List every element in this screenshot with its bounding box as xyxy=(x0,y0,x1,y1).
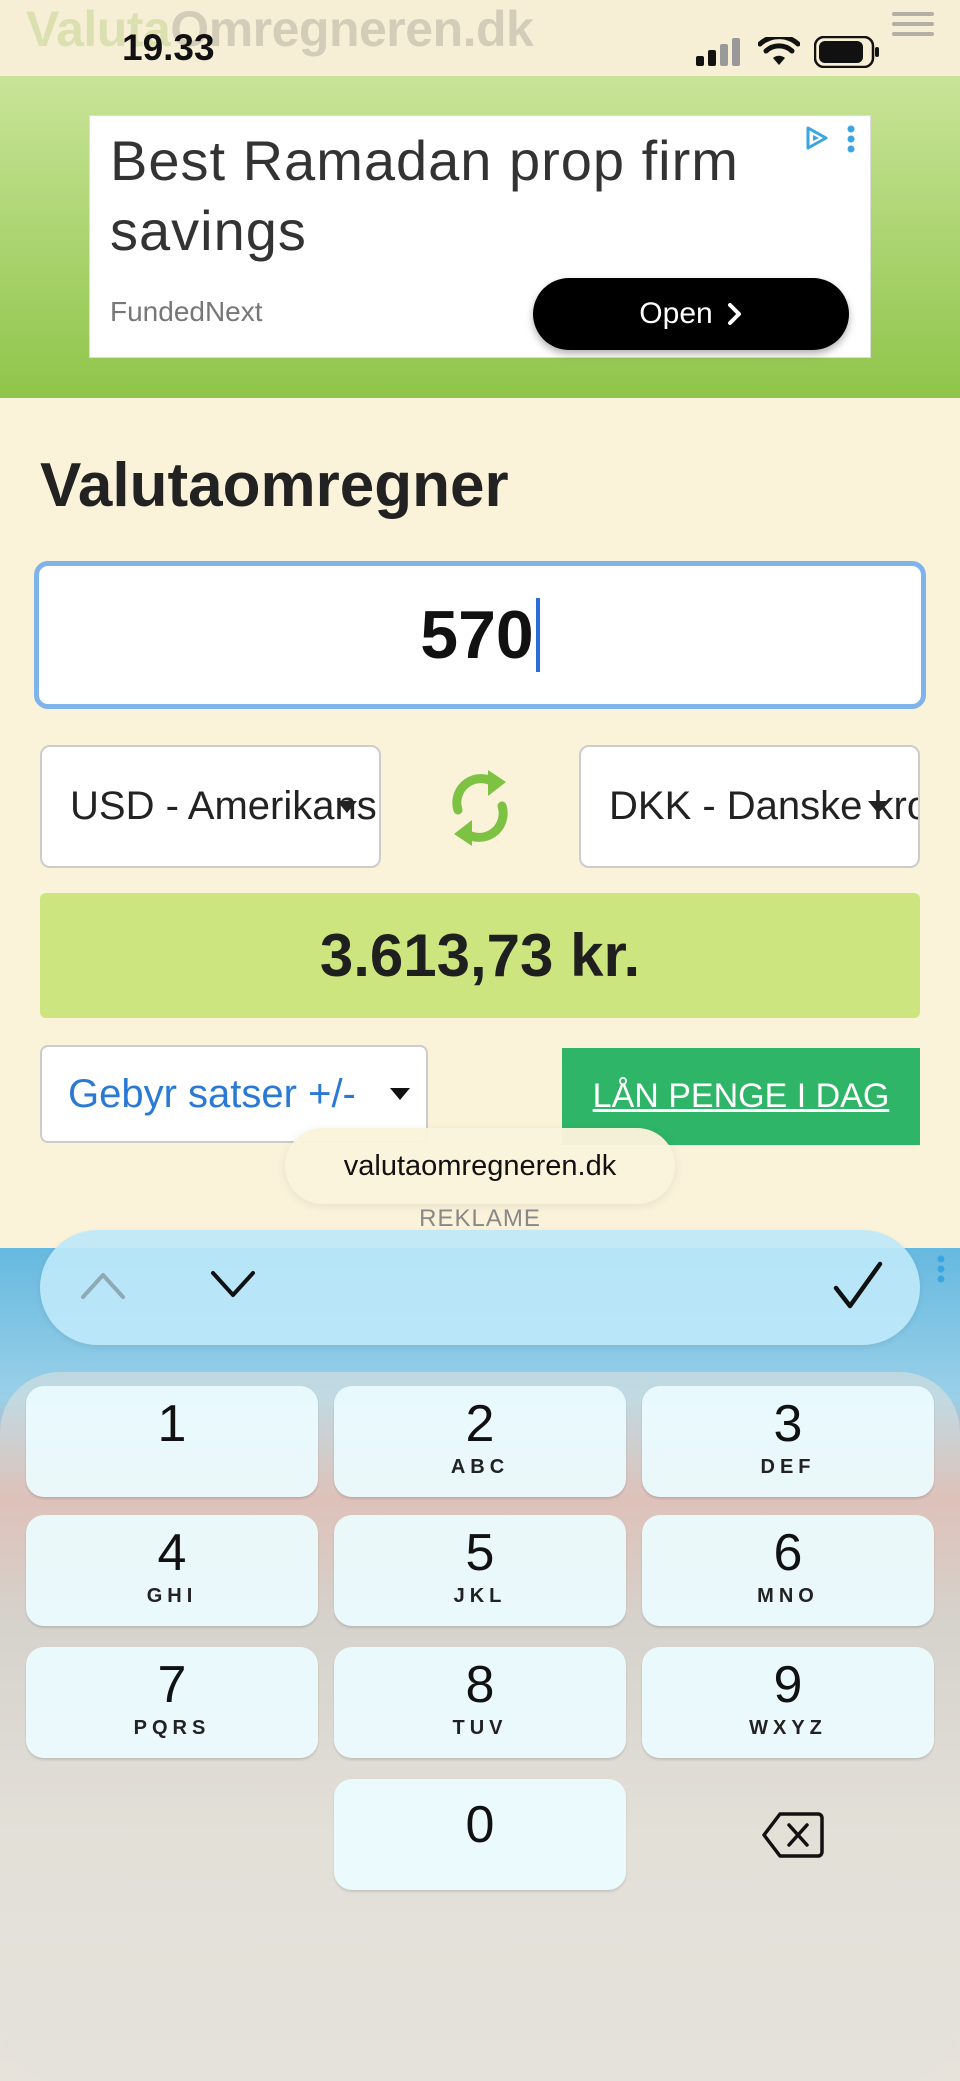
key-digit: 0 xyxy=(465,1796,495,1854)
key-9[interactable]: 9 WXYZ xyxy=(642,1647,934,1758)
status-bar: 19.33 xyxy=(0,0,960,76)
top-ad-card[interactable]: Best Ramadan prop firm savings FundedNex… xyxy=(89,115,871,358)
ad-menu-icon[interactable] xyxy=(846,124,856,154)
wifi-icon xyxy=(758,37,800,65)
status-icons xyxy=(696,36,880,68)
key-digit: 2 xyxy=(465,1395,495,1453)
key-letters: PQRS xyxy=(133,1717,211,1739)
key-8[interactable]: 8 TUV xyxy=(334,1647,626,1758)
key-2[interactable]: 2 ABC xyxy=(334,1386,626,1497)
key-letters: WXYZ xyxy=(749,1717,827,1739)
swap-currencies-icon[interactable] xyxy=(444,762,516,852)
signal-icon xyxy=(696,38,740,66)
key-0[interactable]: 0 xyxy=(334,1779,626,1890)
key-letters: GHI xyxy=(146,1585,198,1607)
ad-open-button[interactable]: Open xyxy=(533,278,849,350)
dropdown-arrow-icon xyxy=(868,800,888,813)
from-currency-value: USD - Amerikansk dollar xyxy=(70,784,381,828)
ad-open-label: Open xyxy=(639,297,713,330)
key-digit: 4 xyxy=(157,1524,187,1582)
key-digit: 3 xyxy=(773,1395,803,1453)
chevron-right-icon xyxy=(727,303,741,325)
key-letters: JKL xyxy=(453,1585,507,1607)
ad-label: REKLAME xyxy=(419,1205,541,1232)
key-3[interactable]: 3 DEF xyxy=(642,1386,934,1497)
status-time: 19.33 xyxy=(122,27,215,68)
checkmark-icon[interactable] xyxy=(832,1258,884,1312)
key-letters: TUV xyxy=(452,1717,508,1739)
bottom-ad-menu-icon[interactable] xyxy=(936,1254,946,1284)
page-title: Valutaomregner xyxy=(40,451,509,520)
key-6[interactable]: 6 MNO xyxy=(642,1515,934,1626)
battery-icon xyxy=(814,36,879,68)
fee-rates-value: Gebyr satser +/- xyxy=(68,1071,356,1116)
key-letters: DEF xyxy=(760,1456,816,1478)
browser-url-pill[interactable]: valutaomregneren.dk xyxy=(285,1128,675,1204)
key-letters: MNO xyxy=(757,1585,819,1607)
delete-backspace-icon[interactable] xyxy=(762,1810,824,1860)
ad-brand: FundedNext xyxy=(110,296,263,327)
amount-input[interactable]: 570 xyxy=(34,561,926,709)
adchoices-icon[interactable] xyxy=(802,124,830,152)
top-ad-area: Best Ramadan prop firm savings FundedNex… xyxy=(0,76,960,398)
chevron-down-icon[interactable] xyxy=(208,1265,258,1305)
key-5[interactable]: 5 JKL xyxy=(334,1515,626,1626)
key-digit: 9 xyxy=(773,1656,803,1714)
text-caret xyxy=(535,598,540,672)
key-7[interactable]: 7 PQRS xyxy=(26,1647,318,1758)
chevron-up-icon[interactable] xyxy=(78,1265,128,1305)
key-digit: 7 xyxy=(157,1656,187,1714)
ad-headline[interactable]: Best Ramadan prop firm savings xyxy=(110,126,800,266)
amount-value: 570 xyxy=(420,597,534,673)
key-1[interactable]: 1 xyxy=(26,1386,318,1497)
dropdown-arrow-icon xyxy=(390,1088,410,1100)
key-4[interactable]: 4 GHI xyxy=(26,1515,318,1626)
key-digit: 8 xyxy=(465,1656,495,1714)
key-letters: ABC xyxy=(450,1456,510,1478)
conversion-result: 3.613,73 kr. xyxy=(40,893,920,1018)
key-digit: 6 xyxy=(773,1524,803,1582)
dropdown-arrow-icon xyxy=(337,800,357,813)
from-currency-select[interactable]: USD - Amerikansk dollar xyxy=(40,745,381,868)
key-digit: 1 xyxy=(157,1395,187,1453)
keyboard-toolbar xyxy=(40,1230,920,1345)
to-currency-select[interactable]: DKK - Danske kroner xyxy=(579,745,920,868)
key-digit: 5 xyxy=(465,1524,495,1582)
